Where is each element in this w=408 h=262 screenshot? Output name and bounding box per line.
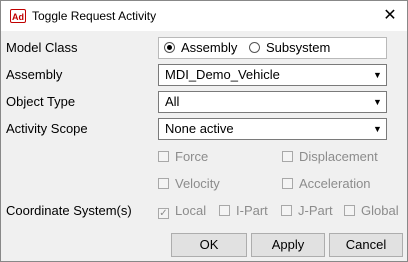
checkbox-j-part[interactable]: J-Part	[281, 203, 333, 219]
radio-subsystem[interactable]: Subsystem	[249, 40, 330, 56]
object-type-combo[interactable]: All ▼	[158, 91, 387, 113]
checkbox-acceleration-box[interactable]	[282, 178, 293, 189]
dialog-window: Ad Toggle Request Activity ✕ Model Class…	[0, 0, 408, 262]
radio-assembly[interactable]: Assembly	[164, 40, 237, 56]
checkbox-j-part-box[interactable]	[281, 205, 292, 216]
object-type-label: Object Type	[6, 94, 76, 109]
chevron-down-icon[interactable]: ▼	[369, 65, 386, 85]
checkbox-force-box[interactable]	[158, 151, 169, 162]
checkbox-i-part[interactable]: I-Part	[219, 203, 268, 219]
checkbox-velocity[interactable]: Velocity	[158, 176, 220, 192]
coordinate-system-label: Coordinate System(s)	[6, 203, 132, 218]
checkbox-force-label: Force	[175, 149, 209, 164]
app-icon: Ad	[10, 9, 26, 23]
checkbox-velocity-label: Velocity	[175, 176, 220, 191]
check-icon[interactable]: ✓	[158, 208, 169, 219]
checkbox-acceleration-label: Acceleration	[299, 176, 371, 191]
chevron-down-icon[interactable]: ▼	[369, 119, 386, 139]
cancel-button[interactable]: Cancel	[329, 233, 403, 257]
checkbox-global[interactable]: Global	[344, 203, 399, 219]
checkbox-j-part-label: J-Part	[298, 203, 333, 218]
checkbox-acceleration[interactable]: Acceleration	[282, 176, 371, 192]
checkbox-displacement[interactable]: Displacement	[282, 149, 378, 165]
model-class-radio-group: Assembly Subsystem	[158, 37, 387, 59]
model-class-label: Model Class	[6, 40, 78, 55]
activity-scope-label: Activity Scope	[6, 121, 88, 136]
checkbox-local[interactable]: ✓ Local	[158, 203, 206, 219]
checkbox-i-part-box[interactable]	[219, 205, 230, 216]
object-type-value: All	[165, 94, 180, 109]
radio-subsystem-indicator[interactable]	[249, 42, 260, 53]
activity-scope-combo[interactable]: None active ▼	[158, 118, 387, 140]
ok-button[interactable]: OK	[171, 233, 247, 257]
assembly-value: MDI_Demo_Vehicle	[165, 67, 280, 82]
checkbox-i-part-label: I-Part	[236, 203, 268, 218]
chevron-down-icon[interactable]: ▼	[369, 92, 386, 112]
checkbox-displacement-label: Displacement	[299, 149, 378, 164]
assembly-combo[interactable]: MDI_Demo_Vehicle ▼	[158, 64, 387, 86]
checkbox-force[interactable]: Force	[158, 149, 208, 165]
checkbox-global-label: Global	[361, 203, 399, 218]
checkbox-displacement-box[interactable]	[282, 151, 293, 162]
radio-assembly-label: Assembly	[181, 40, 238, 55]
activity-scope-value: None active	[165, 121, 234, 136]
assembly-label: Assembly	[6, 67, 63, 82]
radio-assembly-indicator[interactable]	[164, 42, 175, 53]
checkbox-velocity-box[interactable]	[158, 178, 169, 189]
radio-subsystem-label: Subsystem	[266, 40, 331, 55]
title-bar[interactable]: Ad Toggle Request Activity ✕	[1, 1, 407, 31]
checkbox-global-box[interactable]	[344, 205, 355, 216]
close-button[interactable]: ✕	[375, 1, 405, 31]
checkbox-local-label: Local	[175, 203, 207, 218]
window-title: Toggle Request Activity	[32, 9, 157, 23]
apply-button[interactable]: Apply	[251, 233, 325, 257]
